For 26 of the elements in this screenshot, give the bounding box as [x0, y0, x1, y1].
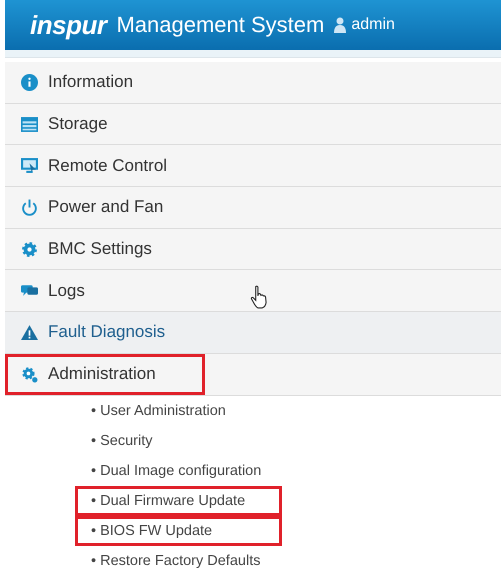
monitor-icon	[21, 157, 38, 174]
power-icon	[21, 198, 38, 216]
logo: inspur	[30, 10, 106, 40]
menu-item[interactable]: Remote Control	[5, 145, 501, 188]
submenu-item[interactable]: • Dual Firmware Update	[75, 486, 282, 516]
menu-item[interactable]: Fault Diagnosis	[5, 312, 501, 354]
submenu-item[interactable]: • BIOS FW Update	[75, 516, 282, 546]
menu-item[interactable]: Information	[5, 62, 501, 104]
gear-icon	[21, 240, 38, 258]
hand-cursor-icon	[250, 285, 268, 309]
menu-item[interactable]: Administration	[5, 354, 501, 396]
info-icon	[21, 74, 38, 91]
storage-icon	[21, 116, 38, 133]
submenu-item[interactable]: • User Administration	[75, 396, 270, 426]
submenu-item[interactable]: • Dual Image configuration	[75, 456, 270, 486]
menu-item[interactable]: Storage	[5, 104, 501, 146]
menu-item[interactable]: Power and Fan	[5, 187, 501, 229]
user-icon	[334, 17, 346, 33]
menu-item[interactable]: Logs	[5, 270, 501, 312]
warning-icon	[21, 324, 38, 341]
gears-icon	[21, 366, 38, 383]
app-title: Management System	[116, 12, 324, 38]
user-name[interactable]: admin	[351, 16, 395, 34]
menu-item[interactable]: BMC Settings	[5, 228, 501, 270]
submenu-item[interactable]: • Restore Factory Defaults	[75, 546, 270, 572]
submenu-item[interactable]: • Security	[75, 426, 270, 456]
